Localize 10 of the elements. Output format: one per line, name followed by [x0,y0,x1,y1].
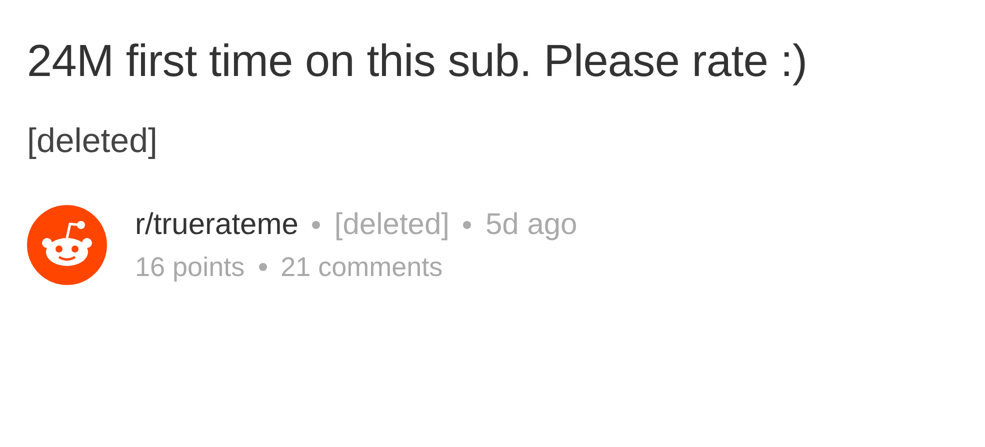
points-count: 16 points [135,252,245,282]
post-age: 5d ago [485,208,578,242]
separator-dot [463,220,472,228]
author-name: [deleted] [334,208,450,242]
post-title: 24M first time on this sub. Please rate :) [27,34,808,88]
separator-dot [312,220,320,228]
separator-dot [258,263,267,271]
subreddit-link[interactable]: r/truerateme [135,208,298,242]
alien-icon[interactable] [27,205,107,285]
post-author: [deleted] [27,122,158,161]
